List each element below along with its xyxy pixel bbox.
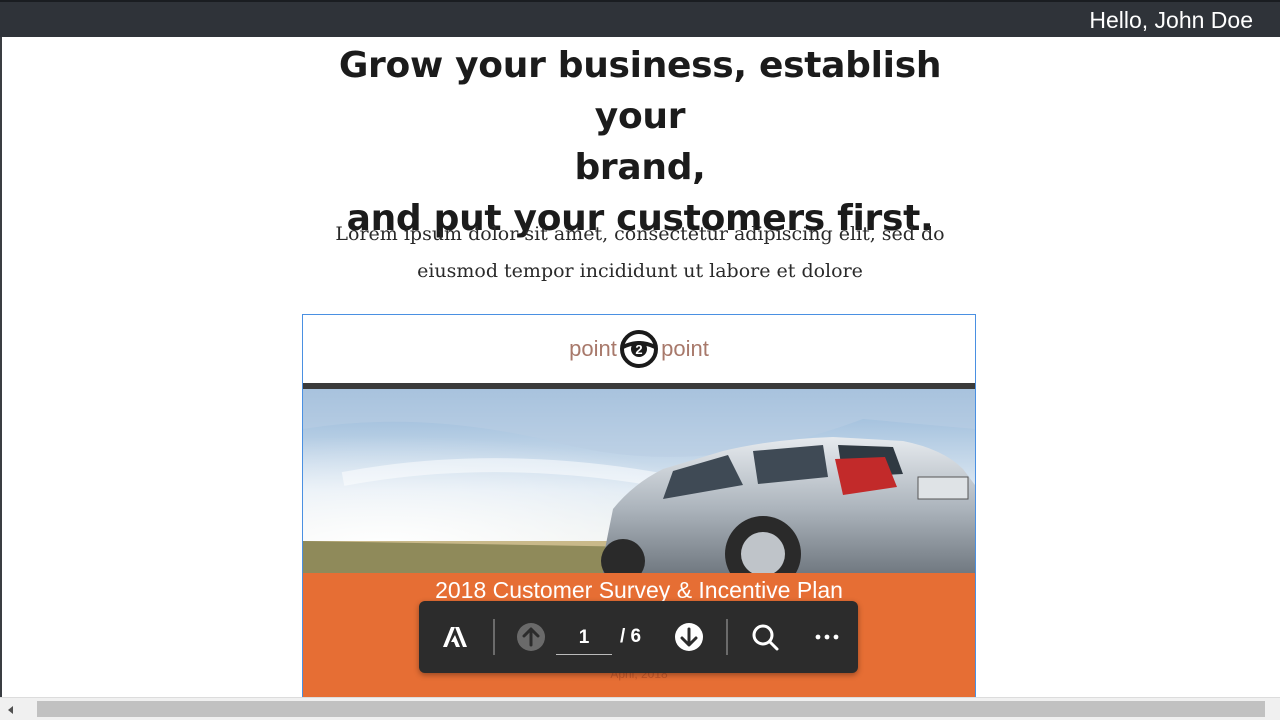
scrollbar-thumb[interactable] — [37, 701, 1265, 717]
hero-subtext: Lorem ipsum dolor sit amet, consectetur … — [310, 216, 970, 290]
page-total: / 6 — [620, 626, 642, 647]
more-horizontal-icon[interactable] — [811, 621, 843, 653]
scroll-left-arrow-icon[interactable] — [4, 703, 18, 717]
pdf-document-title: 2018 Customer Survey & Incentive Plan — [435, 577, 843, 603]
brand-mark-number: 2 — [635, 342, 642, 357]
hero-headline: Grow your business, establish your brand… — [300, 40, 980, 244]
subtext-line-1: Lorem ipsum dolor sit amet, consectetur … — [335, 223, 945, 245]
headline-line-1: Grow your business, establish your — [338, 45, 942, 137]
pdf-toolbar: / 6 — [419, 601, 858, 673]
search-icon[interactable] — [749, 621, 781, 653]
frame-left-border — [0, 37, 2, 697]
next-page-icon[interactable] — [673, 621, 705, 653]
horizontal-scrollbar[interactable] — [0, 697, 1280, 720]
steering-wheel-logo-icon: 2 — [620, 330, 658, 368]
toolbar-separator — [726, 619, 728, 655]
brand-text-right: point — [661, 336, 709, 361]
page-number-input[interactable] — [556, 621, 612, 655]
brand-logo: point 2 point — [303, 329, 975, 369]
car-photo-image — [303, 389, 975, 575]
subtext-line-2: eiusmod tempor incididunt ut labore et d… — [417, 260, 863, 282]
brand-text-left: point — [569, 336, 617, 361]
headline-line-2: brand, — [574, 147, 706, 188]
adobe-icon[interactable] — [439, 621, 471, 653]
user-greeting[interactable]: Hello, John Doe — [1089, 7, 1253, 34]
previous-page-icon[interactable] — [515, 621, 547, 653]
top-bar: Hello, John Doe — [0, 0, 1280, 37]
pdf-page-header: point 2 point — [303, 315, 975, 383]
toolbar-separator — [493, 619, 495, 655]
car-photo — [303, 389, 975, 575]
